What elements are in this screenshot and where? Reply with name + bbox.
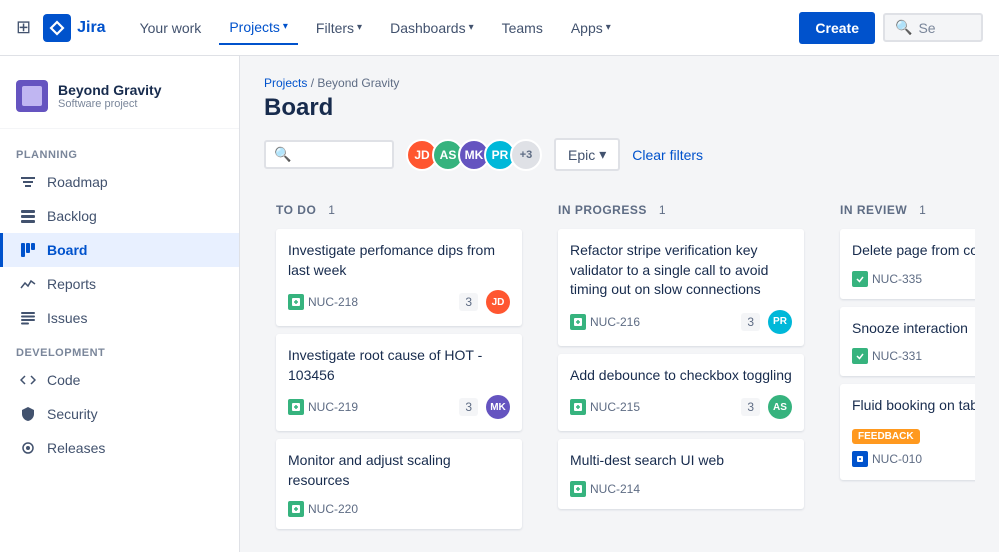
epic-filter-button[interactable]: Epic ▾ [554, 138, 620, 171]
project-icon [16, 80, 48, 112]
card-avatar: PR [768, 310, 792, 334]
ticket-nuc214: NUC-214 [570, 481, 640, 497]
card-avatar: MK [486, 395, 510, 419]
ticket-nuc215: NUC-215 [570, 399, 640, 415]
sidebar: Beyond Gravity Software project PLANNING… [0, 56, 240, 552]
card-nuc219[interactable]: Investigate root cause of HOT - 103456 N… [276, 334, 522, 431]
ticket-icon [570, 481, 586, 497]
avatars-group: JD AS MK PR +3 [406, 139, 542, 171]
ticket-icon [288, 399, 304, 415]
roadmap-icon [19, 173, 37, 191]
sidebar-item-code[interactable]: Code [0, 363, 239, 397]
column-todo: TO DO 1 Investigate perfomance dips from… [264, 191, 534, 549]
card-avatar: AS [768, 395, 792, 419]
card-nuc010[interactable]: Fluid booking on tablets FEEDBACK NUC-01… [840, 384, 975, 480]
project-name: Beyond Gravity [58, 82, 161, 98]
column-header-inprogress: IN PROGRESS 1 [558, 203, 804, 217]
nav-filters[interactable]: Filters ▾ [306, 12, 372, 44]
backlog-icon [19, 207, 37, 225]
ticket-icon [570, 314, 586, 330]
ticket-nuc335: NUC-335 [852, 271, 922, 287]
page-title: Board [264, 94, 975, 122]
card-nuc215[interactable]: Add debounce to checkbox toggling NUC-21… [558, 354, 804, 432]
card-nuc216[interactable]: Refactor stripe verification key validat… [558, 229, 804, 346]
search-icon: 🔍 [895, 19, 912, 36]
reports-icon [19, 275, 37, 293]
ticket-icon [852, 451, 868, 467]
search-icon: 🔍 [274, 146, 291, 163]
nav-apps[interactable]: Apps ▾ [561, 12, 621, 44]
board-toolbar: 🔍 JD AS MK PR +3 Epic ▾ Clear filters [264, 138, 975, 171]
development-label: DEVELOPMENT [0, 335, 239, 363]
chevron-down-icon: ▾ [283, 21, 288, 32]
breadcrumb: Projects / Beyond Gravity [264, 76, 975, 90]
sidebar-project: Beyond Gravity Software project [0, 72, 239, 129]
sidebar-item-security[interactable]: Security [0, 397, 239, 431]
code-icon [19, 371, 37, 389]
breadcrumb-projects[interactable]: Projects [264, 76, 307, 90]
issues-icon [19, 309, 37, 327]
card-nuc331[interactable]: Snooze interaction NUC-331 [840, 307, 975, 377]
sidebar-item-releases[interactable]: Releases [0, 431, 239, 465]
chevron-down-icon: ▾ [606, 22, 611, 33]
ticket-nuc216: NUC-216 [570, 314, 640, 330]
ticket-nuc220: NUC-220 [288, 501, 358, 517]
sidebar-item-reports[interactable]: Reports [0, 267, 239, 301]
jira-logo-text: Jira [77, 19, 105, 37]
sidebar-item-issues[interactable]: Issues [0, 301, 239, 335]
nav-projects[interactable]: Projects ▾ [219, 11, 298, 45]
project-type: Software project [58, 98, 161, 110]
jira-logo-icon [43, 14, 71, 42]
chevron-down-icon: ▾ [357, 22, 362, 33]
ticket-icon [288, 501, 304, 517]
column-header-todo: TO DO 1 [276, 203, 522, 217]
ticket-nuc331: NUC-331 [852, 348, 922, 364]
ticket-icon [852, 271, 868, 287]
nav-dashboards[interactable]: Dashboards ▾ [380, 12, 484, 44]
jira-logo: Jira [43, 14, 105, 42]
security-icon [19, 405, 37, 423]
ticket-nuc010: NUC-010 [852, 451, 922, 467]
main-content: Projects / Beyond Gravity Board 🔍 JD AS … [240, 56, 999, 552]
card-nuc214[interactable]: Multi-dest search UI web NUC-214 [558, 439, 804, 509]
planning-label: PLANNING [0, 137, 239, 165]
chevron-down-icon: ▾ [469, 22, 474, 33]
create-button[interactable]: Create [799, 12, 875, 44]
board: TO DO 1 Investigate perfomance dips from… [264, 191, 975, 549]
grid-icon[interactable]: ⊞ [16, 17, 31, 38]
avatar-count[interactable]: +3 [510, 139, 542, 171]
sidebar-item-roadmap[interactable]: Roadmap [0, 165, 239, 199]
ticket-icon [288, 294, 304, 310]
breadcrumb-project: Beyond Gravity [317, 76, 399, 90]
search-label: Se [918, 20, 935, 36]
column-inreview: IN REVIEW 1 Delete page from collection … [828, 191, 975, 500]
ticket-nuc218: NUC-218 [288, 294, 358, 310]
column-header-inreview: IN REVIEW 1 [840, 203, 975, 217]
ticket-nuc219: NUC-219 [288, 399, 358, 415]
releases-icon [19, 439, 37, 457]
search-box[interactable]: 🔍 Se [883, 13, 983, 42]
nav-your-work[interactable]: Your work [130, 12, 212, 44]
ticket-icon [852, 348, 868, 364]
card-nuc335[interactable]: Delete page from collection NUC-335 [840, 229, 975, 299]
column-inprogress: IN PROGRESS 1 Refactor stripe verificati… [546, 191, 816, 529]
clear-filters-button[interactable]: Clear filters [632, 147, 703, 163]
sidebar-item-backlog[interactable]: Backlog [0, 199, 239, 233]
feedback-badge: FEEDBACK [852, 429, 920, 444]
card-nuc220[interactable]: Monitor and adjust scaling resources NUC… [276, 439, 522, 528]
ticket-icon [570, 399, 586, 415]
board-icon [19, 241, 37, 259]
board-search[interactable]: 🔍 [264, 140, 394, 169]
search-input[interactable] [297, 147, 387, 163]
card-avatar: JD [486, 290, 510, 314]
nav-teams[interactable]: Teams [492, 12, 553, 44]
chevron-down-icon: ▾ [599, 146, 606, 163]
card-nuc218[interactable]: Investigate perfomance dips from last we… [276, 229, 522, 326]
sidebar-item-board[interactable]: Board [0, 233, 239, 267]
